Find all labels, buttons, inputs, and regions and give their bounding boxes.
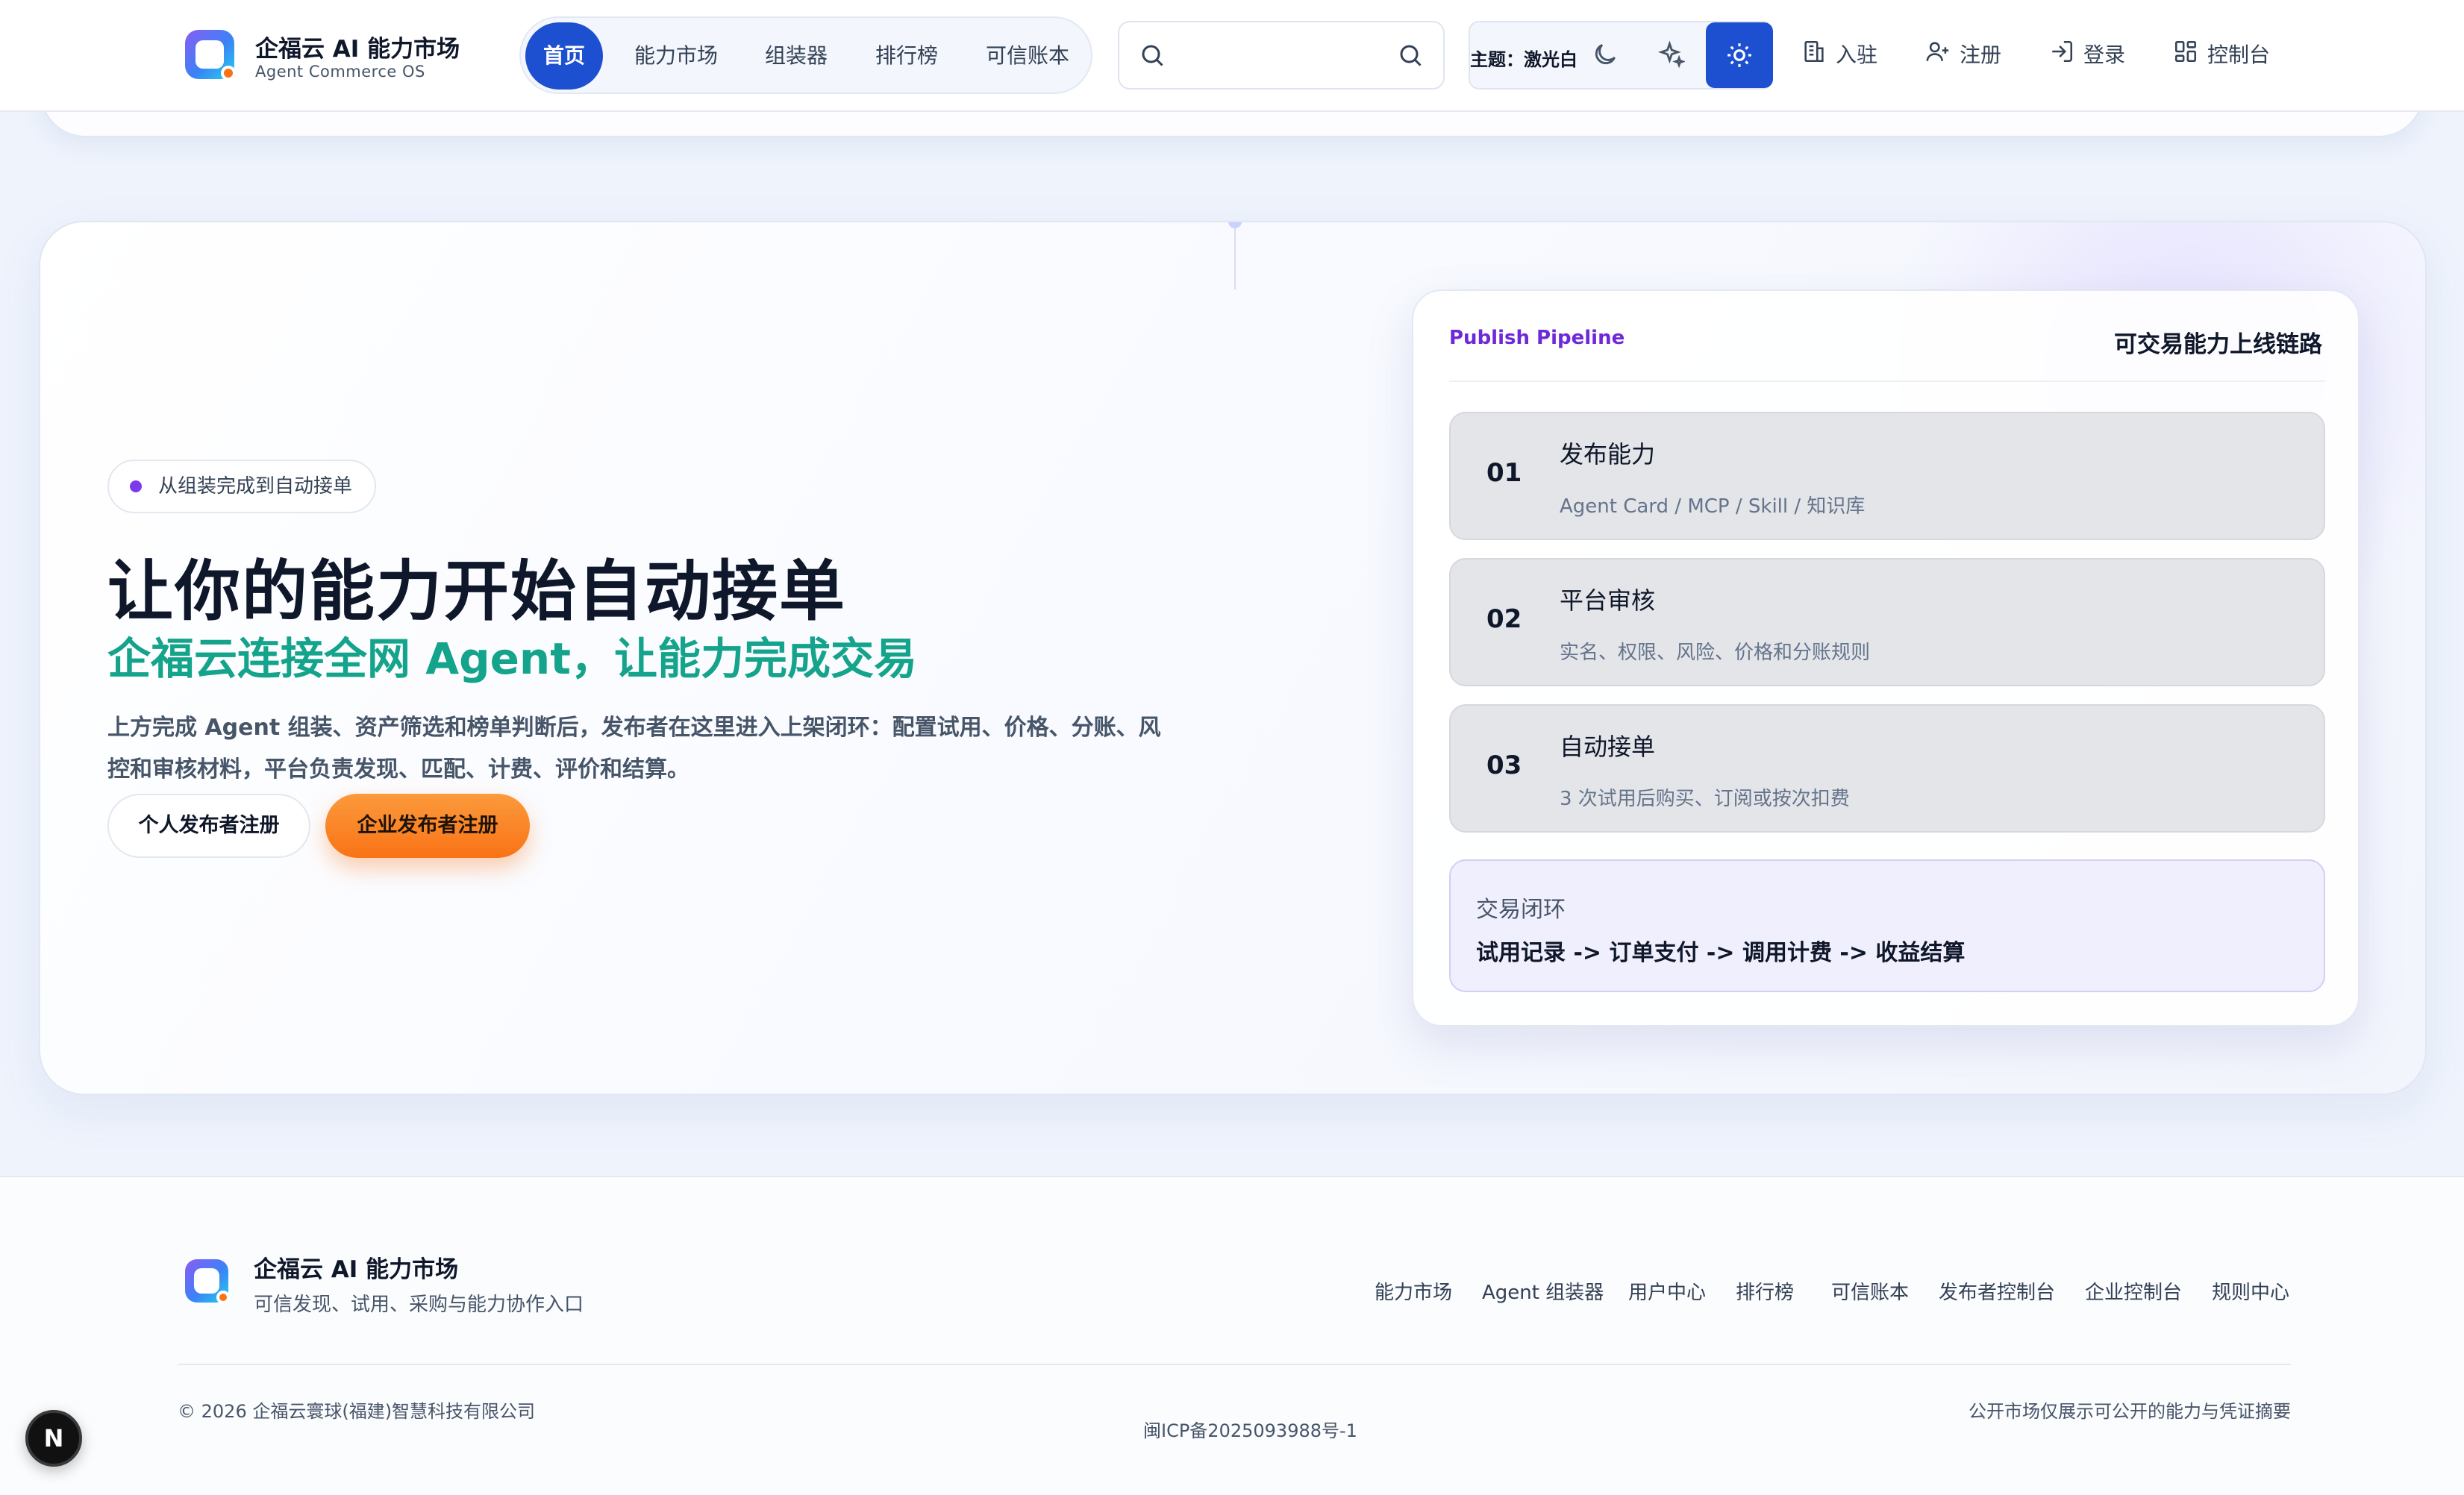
join-label: 入驻 (1836, 43, 1878, 67)
theme-switcher: 主题：激光白 (1469, 21, 1773, 90)
nav-leaderboard[interactable]: 排行榜 (864, 22, 949, 90)
step-number: 01 (1486, 458, 1522, 488)
brand-title[interactable]: 企福云 AI 能力市场 (255, 30, 460, 63)
footer-link-leaderboard[interactable]: 排行榜 (1736, 1277, 1794, 1305)
pipeline-divider (1449, 380, 2325, 382)
step-number: 03 (1486, 750, 1522, 780)
pipeline-title: 可交易能力上线链路 (2114, 331, 2322, 358)
footer-divider (178, 1364, 2291, 1365)
search-icon (1139, 42, 1166, 69)
publisher-cta-section: 从组装完成到自动接单 让你的能力开始自动接单 企福云连接全网 Agent，让能力… (39, 221, 2427, 1095)
footer-link-agent-assembler[interactable]: Agent 组装器 (1482, 1277, 1604, 1305)
sun-icon (1725, 41, 1754, 69)
brand-subtitle: Agent Commerce OS (255, 63, 425, 81)
decorative-line (1234, 222, 1236, 289)
footer-link-user-center[interactable]: 用户中心 (1628, 1277, 1706, 1305)
hero-subtitle: 企福云连接全网 Agent，让能力完成交易 (107, 633, 917, 684)
pipeline-step: 02 平台审核 实名、权限、风险、价格和分账规则 (1449, 558, 2325, 686)
theme-label: 主题：激光白 (1470, 49, 1577, 70)
brand-logo-icon[interactable] (185, 30, 236, 81)
search-submit-icon[interactable] (1397, 42, 1424, 69)
hero-description: 上方完成 Agent 组装、资产筛选和榜单判断后，发布者在这里进入上架闭环：配置… (107, 715, 1161, 783)
pipeline-step: 01 发布能力 Agent Card / MCP / Skill / 知识库 (1449, 412, 2325, 540)
footer-subtitle: 可信发现、试用、采购与能力协作入口 (254, 1294, 584, 1316)
building-icon (1801, 39, 1827, 64)
dashboard-grid-icon (2173, 39, 2198, 64)
search-box (1118, 21, 1445, 90)
icp-license-link[interactable]: 闽ICP备2025093988号-1 (1143, 1416, 1357, 1442)
site-footer: 企福云 AI 能力市场 可信发现、试用、采购与能力协作入口 能力市场 Agent… (0, 1176, 2464, 1495)
search-input[interactable] (1179, 36, 1380, 76)
login-icon (2049, 39, 2074, 64)
step-description: 实名、权限、风险、价格和分账规则 (1560, 642, 1871, 664)
step-title: 发布能力 (1560, 440, 1656, 468)
nav-capability-market[interactable]: 能力市场 (624, 22, 728, 90)
footer-link-enterprise-console[interactable]: 企业控制台 (2085, 1277, 2182, 1305)
badge-label: 从组装完成到自动接单 (158, 475, 353, 498)
step-title: 自动接单 (1560, 733, 1656, 761)
step-description: Agent Card / MCP / Skill / 知识库 (1560, 495, 1866, 518)
nav-trusted-ledger[interactable]: 可信账本 (972, 22, 1084, 90)
enterprise-publisher-register-button[interactable]: 企业发布者注册 (325, 794, 530, 858)
loop-flow: 试用记录 -> 订单支付 -> 调用计费 -> 收益结算 (1476, 940, 1966, 966)
console-label: 控制台 (2207, 43, 2271, 67)
footer-link-publisher-console[interactable]: 发布者控制台 (1939, 1277, 2055, 1305)
copyright: © 2026 企福云寰球(福建)智慧科技有限公司 (178, 1401, 536, 1422)
personal-publisher-register-button[interactable]: 个人发布者注册 (107, 794, 310, 858)
dev-tools-badge[interactable]: N (25, 1410, 82, 1467)
loop-title: 交易闭环 (1476, 897, 1566, 923)
pipeline-label: Publish Pipeline (1449, 327, 1625, 349)
footer-brand: 企福云 AI 能力市场 (254, 1256, 459, 1283)
section-badge: 从组装完成到自动接单 (107, 460, 377, 513)
step-title: 平台审核 (1560, 586, 1656, 615)
nav-home[interactable]: 首页 (525, 22, 603, 90)
footer-link-trusted-ledger[interactable]: 可信账本 (1831, 1277, 1909, 1305)
step-description: 3 次试用后购买、订阅或按次扣费 (1560, 788, 1850, 810)
decorative-dot (1228, 222, 1242, 228)
pipeline-step: 03 自动接单 3 次试用后购买、订阅或按次扣费 (1449, 704, 2325, 833)
register-label: 注册 (1960, 43, 2002, 67)
badge-dot-icon (130, 480, 142, 492)
footer-disclaimer: 公开市场仅展示可公开的能力与凭证摘要 (1969, 1401, 2291, 1422)
sparkles-icon[interactable] (1657, 40, 1685, 69)
hero-title: 让你的能力开始自动接单 (107, 553, 847, 630)
nav-assembler[interactable]: 组装器 (754, 22, 839, 90)
footer-logo-icon[interactable] (185, 1259, 230, 1304)
moon-icon[interactable] (1591, 40, 1619, 69)
transaction-loop-box: 交易闭环 试用记录 -> 订单支付 -> 调用计费 -> 收益结算 (1449, 859, 2325, 992)
footer-link-capability-market[interactable]: 能力市场 (1375, 1277, 1452, 1305)
publish-pipeline-card: Publish Pipeline 可交易能力上线链路 01 发布能力 Agent… (1412, 289, 2360, 1027)
sun-theme-button[interactable] (1706, 22, 1773, 88)
user-plus-icon (1925, 39, 1951, 64)
login-label: 登录 (2083, 43, 2126, 67)
step-number: 02 (1486, 604, 1522, 634)
top-header: 企福云 AI 能力市场 Agent Commerce OS 首页 能力市场 组装… (0, 0, 2464, 112)
footer-link-rules-center[interactable]: 规则中心 (2212, 1277, 2289, 1305)
